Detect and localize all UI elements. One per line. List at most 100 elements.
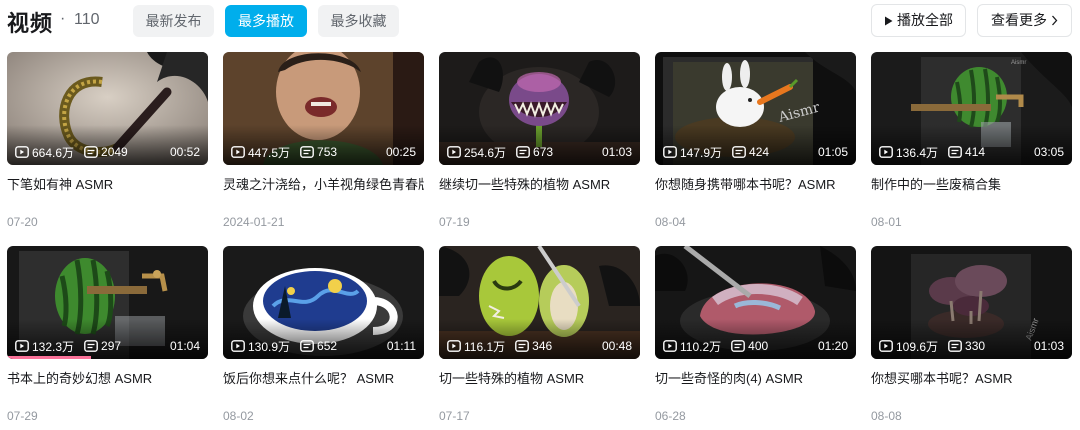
sort-tab-most-played[interactable]: 最多播放: [225, 5, 307, 37]
video-title[interactable]: 书本上的奇妙幻想 ASMR: [7, 370, 208, 388]
danmaku-count: 424: [732, 145, 769, 159]
video-duration: 01:03: [601, 145, 632, 159]
danmaku-icon: [84, 146, 98, 158]
video-title[interactable]: 继续切一些特殊的植物 ASMR: [439, 176, 640, 194]
video-card[interactable]: 664.6万 2049 00:52 下笔如有神 ASMR 07-20: [7, 52, 208, 229]
video-thumbnail[interactable]: 130.9万 652 01:11: [223, 246, 424, 359]
video-title[interactable]: 饭后你想来点什么呢？ ASMR: [223, 370, 424, 388]
video-thumbnail[interactable]: Aismr 147.9万 424 01:05: [655, 52, 856, 165]
play-count-value: 116.1万: [464, 339, 506, 354]
video-date: 07-29: [7, 409, 38, 423]
danmaku-count: 673: [516, 145, 553, 159]
play-count: 447.5万: [231, 144, 290, 161]
danmaku-icon: [948, 146, 962, 158]
play-count-value: 110.2万: [680, 339, 722, 354]
play-count-icon: [15, 146, 29, 158]
danmaku-icon: [84, 340, 98, 352]
video-title[interactable]: 灵魂之汁浇给，小羊视角绿色青春版: [223, 176, 424, 194]
video-duration: 00:52: [169, 145, 200, 159]
video-title[interactable]: 切一些奇怪的肉(4) ASMR: [655, 370, 856, 388]
video-title[interactable]: 切一些特殊的植物 ASMR: [439, 370, 640, 388]
svg-text:Aismr: Aismr: [1011, 60, 1026, 66]
danmaku-icon: [948, 340, 962, 352]
video-card[interactable]: 116.1万 346 00:48 切一些特殊的植物 ASMR 07-17: [439, 246, 640, 423]
video-card[interactable]: Aismr 136.4万 414 03:05 制作中的一些废稿合集 08-01: [871, 52, 1072, 229]
video-card[interactable]: 132.3万 297 01:04 书本上的奇妙幻想 ASMR 07-29: [7, 246, 208, 423]
danmaku-count-value: 297: [101, 339, 122, 353]
sort-tab-most-favorited[interactable]: 最多收藏: [318, 5, 399, 37]
video-thumbnail[interactable]: 110.2万 400 01:20: [655, 246, 856, 359]
video-thumbnail[interactable]: 447.5万 753 00:25: [223, 52, 424, 165]
video-date: 07-20: [7, 215, 38, 229]
danmaku-count: 414: [948, 145, 985, 159]
video-title[interactable]: 制作中的一些废稿合集: [871, 176, 1072, 194]
video-date: 08-01: [871, 215, 902, 229]
play-count-value: 664.6万: [32, 145, 75, 160]
danmaku-icon: [300, 146, 314, 158]
video-date: 08-02: [223, 409, 254, 423]
video-card[interactable]: Aismr109.6万33001:03你想买哪本书呢？ASMR08-08: [871, 246, 1072, 423]
section-header: 视频 · 110 最新发布 最多播放 最多收藏 播放全部 查看更多: [0, 0, 1080, 42]
video-date: 07-19: [439, 215, 470, 229]
play-count: 147.9万: [663, 144, 722, 161]
video-thumbnail[interactable]: Aismr109.6万33001:03: [871, 246, 1072, 359]
video-stats: 130.9万 652 01:11: [231, 337, 416, 355]
watch-progress-bar: [7, 356, 92, 359]
video-card[interactable]: Aismr 147.9万 424 01:05 你想随身携带哪本书呢？ASMR 08-04: [655, 52, 856, 229]
section-title: 视频: [7, 11, 54, 36]
view-more-button[interactable]: 查看更多: [977, 4, 1072, 37]
video-title[interactable]: 你想买哪本书呢？ASMR: [871, 370, 1072, 388]
play-count-icon: [447, 146, 461, 158]
danmaku-count-value: 652: [317, 339, 338, 353]
video-duration: 01:11: [386, 339, 416, 353]
play-all-button[interactable]: 播放全部: [871, 4, 966, 37]
video-stats: 132.3万 297 01:04: [15, 337, 200, 355]
play-count-value: 136.4万: [896, 145, 939, 160]
danmaku-count-value: 400: [748, 339, 769, 353]
danmaku-count: 652: [300, 339, 337, 353]
play-count-icon: [231, 340, 245, 352]
play-count: 130.9万: [231, 338, 290, 355]
play-count-icon: [879, 340, 893, 352]
title-separator: ·: [60, 10, 66, 27]
video-date: 07-17: [439, 409, 470, 423]
play-count-value: 254.6万: [464, 145, 507, 160]
play-count-icon: [231, 146, 245, 158]
video-stats: 110.2万 400 01:20: [663, 337, 848, 355]
danmaku-count: 330: [948, 339, 985, 353]
danmaku-count: 297: [84, 339, 121, 353]
danmaku-count-value: 414: [965, 145, 986, 159]
play-count-icon: [663, 146, 677, 158]
sort-tab-latest[interactable]: 最新发布: [133, 5, 214, 37]
video-thumbnail[interactable]: 116.1万 346 00:48: [439, 246, 640, 359]
play-count: 116.1万: [447, 338, 505, 355]
video-thumbnail[interactable]: 254.6万 673 01:03: [439, 52, 640, 165]
video-card[interactable]: 254.6万 673 01:03 继续切一些特殊的植物 ASMR 07-19: [439, 52, 640, 229]
video-thumbnail[interactable]: Aismr 136.4万 414 03:05: [871, 52, 1072, 165]
danmaku-count: 2049: [84, 145, 128, 159]
danmaku-count-value: 673: [533, 145, 554, 159]
play-all-label: 播放全部: [897, 12, 953, 28]
video-date: 08-04: [655, 215, 686, 229]
video-date: 06-28: [655, 409, 686, 423]
play-count: 109.6万: [879, 338, 938, 355]
video-title[interactable]: 下笔如有神 ASMR: [7, 176, 208, 194]
play-count-icon: [663, 340, 677, 352]
video-card[interactable]: 130.9万 652 01:11 饭后你想来点什么呢？ ASMR 08-02: [223, 246, 424, 423]
play-count-value: 447.5万: [248, 145, 291, 160]
danmaku-icon: [516, 146, 530, 158]
video-thumbnail[interactable]: 664.6万 2049 00:52: [7, 52, 208, 165]
chevron-right-icon: [1052, 15, 1058, 26]
danmaku-count-value: 330: [965, 339, 986, 353]
video-duration: 01:03: [1033, 339, 1064, 353]
video-stats: 116.1万 346 00:48: [447, 337, 632, 355]
danmaku-count: 346: [515, 339, 552, 353]
video-card[interactable]: 110.2万 400 01:20 切一些奇怪的肉(4) ASMR 06-28: [655, 246, 856, 423]
video-card[interactable]: 447.5万 753 00:25 灵魂之汁浇给，小羊视角绿色青春版 2024-01-21: [223, 52, 424, 229]
danmaku-icon: [731, 340, 746, 352]
danmaku-count: 753: [300, 145, 337, 159]
video-duration: 01:05: [817, 145, 848, 159]
video-thumbnail[interactable]: 132.3万 297 01:04: [7, 246, 208, 359]
video-title[interactable]: 你想随身携带哪本书呢？ASMR: [655, 176, 856, 194]
play-count-value: 109.6万: [896, 339, 939, 354]
